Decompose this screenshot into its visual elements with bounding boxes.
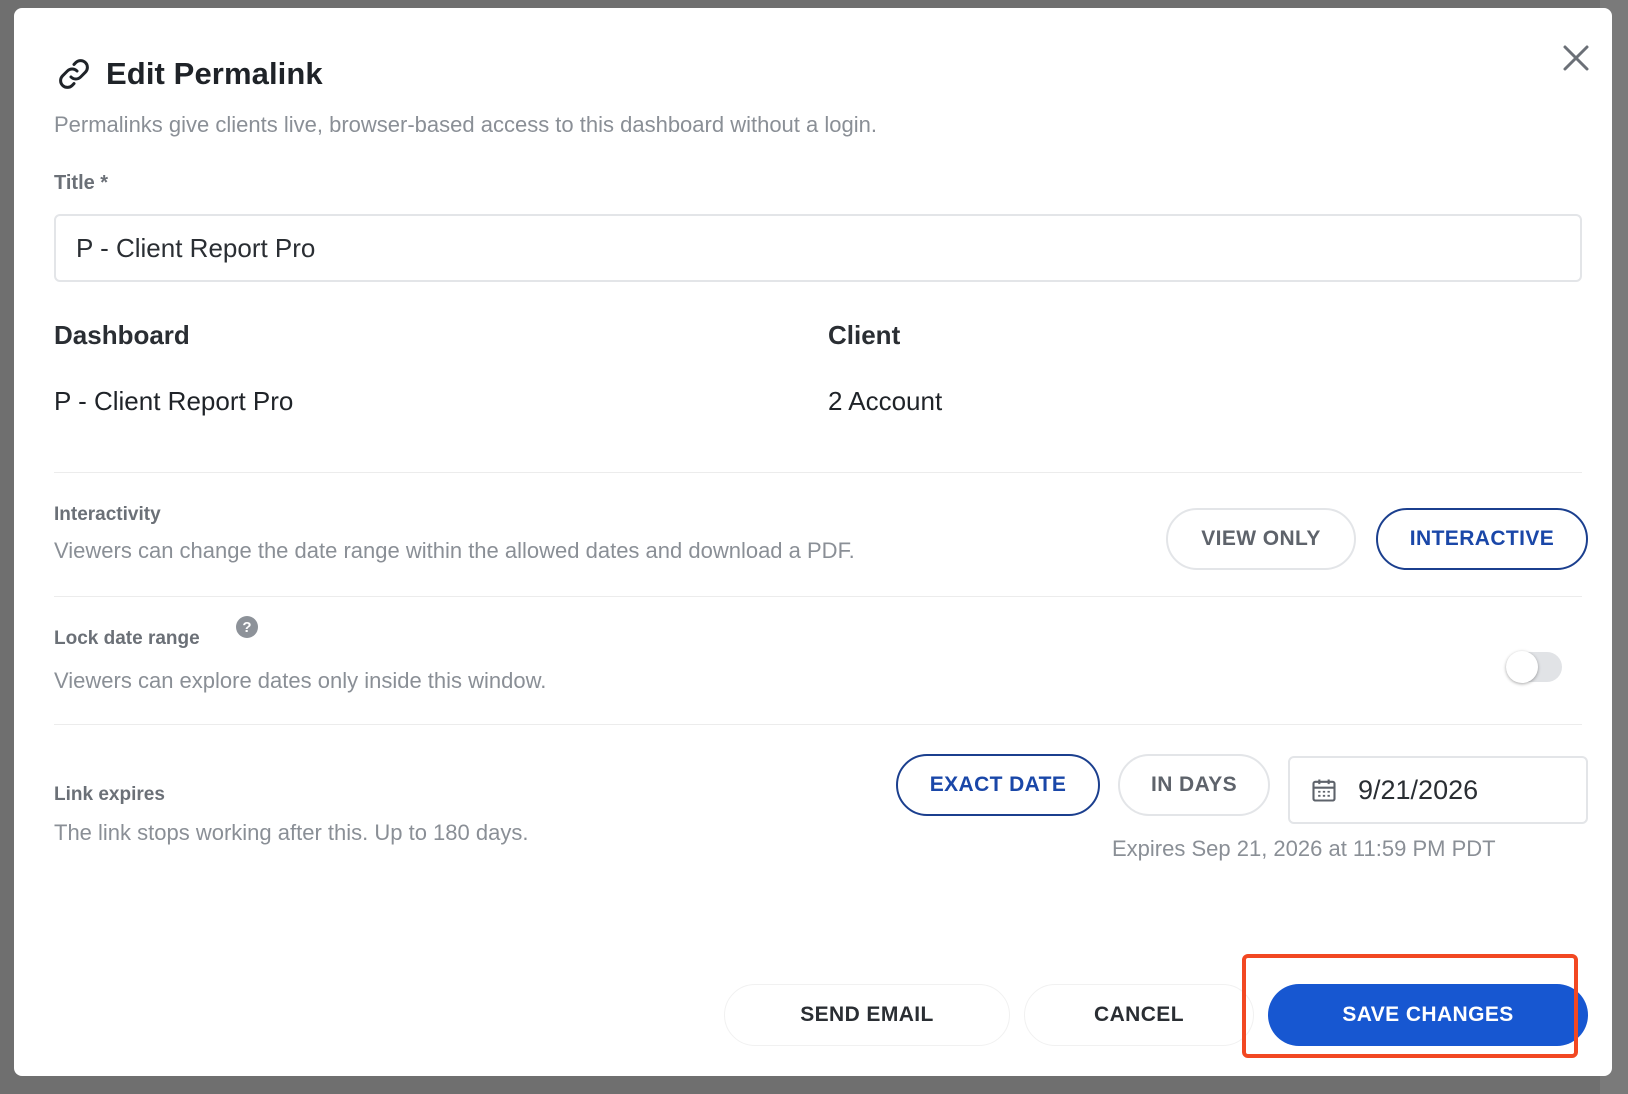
interactivity-label: Interactivity bbox=[54, 504, 161, 525]
calendar-icon bbox=[1312, 779, 1336, 802]
in-days-option[interactable]: IN DAYS bbox=[1118, 754, 1270, 816]
lock-date-range-description: Viewers can explore dates only inside th… bbox=[54, 668, 547, 693]
edit-permalink-modal: Edit Permalink Permalinks give clients l… bbox=[14, 8, 1612, 1076]
save-changes-highlight bbox=[1242, 954, 1578, 1058]
view-only-option[interactable]: VIEW ONLY bbox=[1166, 508, 1356, 570]
exact-date-option[interactable]: EXACT DATE bbox=[896, 754, 1100, 816]
link-expires-description: The link stops working after this. Up to… bbox=[54, 820, 529, 845]
client-label: Client bbox=[828, 320, 901, 350]
expiry-date-value: 9/21/2026 bbox=[1358, 774, 1479, 805]
toggle-knob bbox=[1506, 651, 1538, 683]
link-expires-label: Link expires bbox=[54, 784, 165, 805]
lock-date-range-label: Lock date range bbox=[54, 628, 200, 649]
divider bbox=[54, 596, 1582, 597]
modal-title: Edit Permalink bbox=[106, 56, 323, 91]
expiry-date-input[interactable]: 9/21/2026 bbox=[1288, 756, 1588, 824]
link-icon bbox=[54, 54, 94, 94]
modal-header: Edit Permalink bbox=[54, 54, 323, 94]
title-input[interactable] bbox=[54, 214, 1582, 282]
divider bbox=[54, 724, 1582, 725]
send-email-button[interactable]: SEND EMAIL bbox=[724, 984, 1010, 1046]
title-label: Title * bbox=[54, 172, 109, 194]
interactive-option[interactable]: INTERACTIVE bbox=[1376, 508, 1588, 570]
dashboard-label: Dashboard bbox=[54, 320, 190, 350]
divider bbox=[54, 472, 1582, 473]
expires-note: Expires Sep 21, 2026 at 11:59 PM PDT bbox=[1112, 836, 1496, 861]
modal-subtitle: Permalinks give clients live, browser-ba… bbox=[54, 112, 877, 137]
interactivity-description: Viewers can change the date range within… bbox=[54, 538, 855, 563]
close-button[interactable] bbox=[1556, 38, 1596, 78]
dashboard-value: P - Client Report Pro bbox=[54, 386, 294, 416]
close-icon bbox=[1563, 45, 1589, 71]
help-icon[interactable]: ? bbox=[236, 616, 258, 638]
cancel-button[interactable]: CANCEL bbox=[1024, 984, 1254, 1046]
client-value: 2 Account bbox=[828, 386, 943, 416]
lock-date-range-toggle[interactable] bbox=[1506, 651, 1562, 683]
